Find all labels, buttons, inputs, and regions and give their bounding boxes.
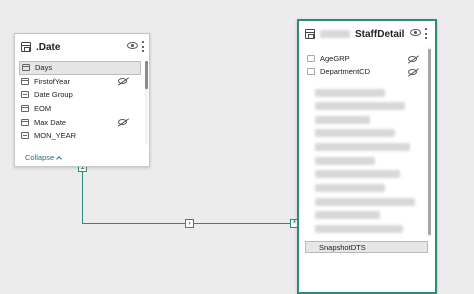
field-type-icon [307, 55, 315, 63]
field-label: FirstofYear [34, 76, 70, 86]
collapse-label: Collapse [25, 153, 55, 162]
field-label: Max Date [34, 117, 67, 127]
field-eom[interactable]: EOM [19, 102, 141, 116]
field-label: SnapshotDTS [319, 242, 366, 252]
field-label: Date Group [34, 90, 73, 100]
date-field-list: Days FirstofYear Date Group EOM Max Date [19, 61, 141, 143]
date-table-title: .Date [36, 41, 61, 53]
field-agegrp[interactable]: AgeGRP [305, 52, 423, 66]
staff-scrollbar-thumb[interactable] [428, 49, 431, 235]
hidden-eye-icon[interactable] [118, 119, 127, 126]
redacted-field-row [315, 111, 370, 124]
more-options-icon[interactable] [142, 41, 145, 52]
field-firstofyear[interactable]: FirstofYear [19, 75, 141, 89]
redacted-field-row [315, 179, 385, 192]
redacted-field-row [315, 165, 400, 178]
collapse-link[interactable]: Collapse [25, 153, 63, 162]
field-label: MON_YEAR [34, 131, 77, 141]
table-icon [21, 42, 31, 52]
date-table-header[interactable]: .Date [15, 34, 149, 60]
redacted-field-row [315, 97, 405, 110]
field-type-icon [307, 68, 315, 76]
hidden-eye-icon[interactable] [118, 78, 127, 85]
table-icon [305, 29, 315, 39]
calendar-icon [21, 77, 29, 85]
field-label: EOM [34, 104, 52, 114]
field-label: DepartmentCD [320, 67, 371, 77]
field-snapshotdts[interactable]: SnapshotDTS [305, 241, 428, 253]
field-date-group[interactable]: Date Group [19, 88, 141, 102]
redacted-field-row [315, 206, 380, 219]
text-icon [21, 91, 29, 99]
visibility-eye-icon[interactable] [127, 42, 138, 49]
staff-table-header[interactable]: StaffDetail [299, 21, 435, 47]
model-canvas[interactable]: 1 › * .Date Days FirstofYear Date Group [0, 0, 474, 294]
field-days[interactable]: Days [19, 61, 141, 75]
visibility-eye-icon[interactable] [410, 29, 421, 36]
field-departmentcd[interactable]: DepartmentCD [305, 65, 423, 79]
redacted-field-row [315, 124, 395, 137]
cross-filter-direction-icon[interactable]: › [185, 219, 194, 228]
redacted-field-row [315, 220, 403, 233]
field-label: Days [35, 63, 53, 73]
calendar-icon [21, 118, 29, 126]
chevron-up-icon [56, 155, 63, 162]
field-mon-year[interactable]: MON_YEAR [19, 129, 141, 143]
redacted-field-row [315, 152, 375, 165]
hidden-eye-icon[interactable] [408, 55, 417, 62]
date-table-card[interactable]: .Date Days FirstofYear Date Group EOM Ma… [14, 33, 150, 167]
redacted-table-prefix [320, 30, 350, 38]
relationship-line-vertical[interactable] [82, 167, 83, 224]
redacted-field-row [315, 138, 410, 151]
redacted-field-row [315, 84, 385, 97]
staff-table-card[interactable]: StaffDetail AgeGRP DepartmentCD Snapshot… [297, 19, 437, 294]
field-max-date[interactable]: Max Date [19, 115, 141, 129]
calendar-icon [22, 64, 30, 72]
calendar-icon [21, 105, 29, 113]
staff-table-title: StaffDetail [355, 28, 405, 40]
date-scrollbar-thumb[interactable] [145, 61, 148, 89]
more-options-icon[interactable] [425, 28, 428, 39]
text-icon [21, 132, 29, 140]
hidden-eye-icon[interactable] [408, 68, 417, 75]
field-label: AgeGRP [320, 54, 350, 64]
redacted-field-row [315, 193, 415, 206]
